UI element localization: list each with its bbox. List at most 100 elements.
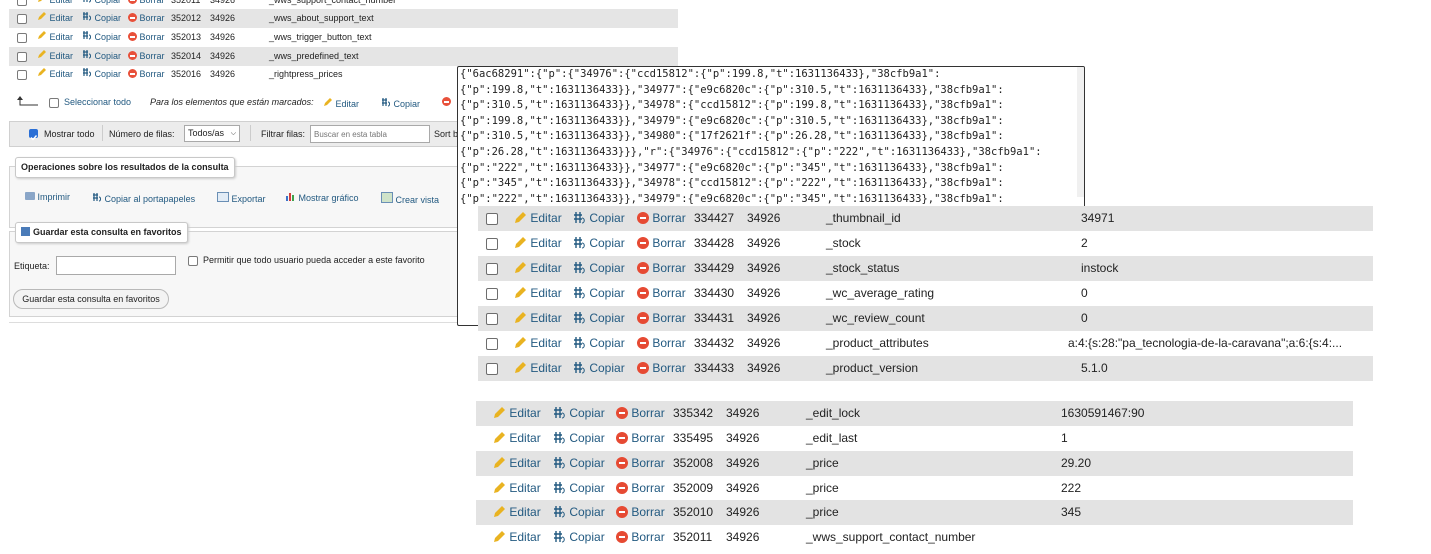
create-view-link[interactable]: Crear vista (381, 192, 439, 205)
edit-link[interactable]: Editar (493, 476, 541, 501)
bookmark-label-input[interactable] (56, 256, 176, 275)
arrow-left-up-icon (17, 96, 38, 106)
delete-link[interactable]: Borrar (637, 306, 686, 331)
delete-link[interactable]: Borrar (616, 500, 665, 525)
delete-link[interactable]: Borrar (616, 426, 665, 451)
row-checkbox[interactable] (486, 288, 498, 300)
copy-link[interactable]: Copiar (553, 525, 605, 550)
copy-link[interactable]: Copiar (82, 28, 121, 47)
select-all-checkbox[interactable] (49, 98, 59, 108)
save-bookmark-button[interactable]: Guardar esta consulta en favoritos (13, 289, 169, 309)
delete-link[interactable]: Borrar (616, 401, 665, 426)
delete-link[interactable]: Borrar (637, 231, 686, 256)
delete-icon (128, 13, 137, 22)
row-checkbox[interactable] (486, 313, 498, 325)
copy-link[interactable]: Copiar (573, 231, 625, 256)
edit-link[interactable]: Editar (493, 500, 541, 525)
bulk-edit-link[interactable]: Editar (323, 97, 359, 109)
post-id: 34926 (747, 236, 781, 250)
copy-link[interactable]: Copiar (553, 401, 605, 426)
delete-link[interactable]: Borrar (637, 356, 686, 381)
row-checkbox[interactable] (486, 363, 498, 375)
copy-link[interactable]: Copiar (82, 9, 121, 28)
row-checkbox[interactable] (17, 52, 27, 62)
bulk-delete-link[interactable] (442, 97, 451, 107)
pencil-icon (515, 287, 526, 298)
delete-link[interactable]: Borrar (616, 451, 665, 476)
filter-rows-input[interactable] (310, 125, 430, 143)
copy-link[interactable]: Copiar (82, 65, 121, 84)
delete-icon (637, 287, 649, 299)
copy-link[interactable]: Copiar (573, 281, 625, 306)
edit-link[interactable]: Editar (493, 451, 541, 476)
delete-link[interactable]: Borrar (128, 9, 165, 28)
copy-link[interactable]: Copiar (82, 47, 121, 66)
edit-link[interactable]: Editar (514, 281, 562, 306)
edit-link[interactable]: Editar (37, 9, 73, 28)
edit-link[interactable]: Editar (514, 306, 562, 331)
copy-link[interactable]: Copiar (573, 206, 625, 231)
table-row: Editar Copiar Borrar 352013 34926 _wws_t… (9, 28, 678, 47)
copy-icon (93, 193, 101, 202)
row-checkbox[interactable] (17, 33, 27, 43)
pencil-icon (494, 482, 505, 493)
delete-link[interactable]: Borrar (128, 28, 165, 47)
edit-link[interactable]: Editar (493, 401, 541, 426)
row-checkbox[interactable] (486, 263, 498, 275)
delete-icon (637, 362, 649, 374)
copy-link[interactable]: Copiar (573, 356, 625, 381)
edit-link[interactable]: Editar (514, 356, 562, 381)
copy-link[interactable]: Copiar (553, 451, 605, 476)
row-checkbox[interactable] (17, 0, 27, 6)
delete-link[interactable]: Borrar (637, 281, 686, 306)
edit-link[interactable]: Editar (514, 331, 562, 356)
delete-link[interactable]: Borrar (616, 476, 665, 501)
meta-value: 29.20 (1061, 456, 1092, 470)
copy-link[interactable]: Copiar (553, 426, 605, 451)
meta-id: 352008 (673, 456, 714, 470)
delete-link[interactable]: Borrar (616, 525, 665, 550)
post-id: 34926 (726, 530, 760, 544)
delete-link[interactable]: Borrar (128, 47, 165, 66)
table-row: Editar Copiar Borrar 334428 34926 _stock… (478, 231, 1373, 256)
edit-link[interactable]: Editar (514, 256, 562, 281)
edit-link[interactable]: Editar (493, 525, 541, 550)
meta-id: 335495 (673, 431, 714, 445)
edit-link[interactable]: Editar (514, 206, 562, 231)
copy-link[interactable]: Copiar (573, 256, 625, 281)
row-checkbox[interactable] (486, 338, 498, 350)
row-checkbox[interactable] (486, 238, 498, 250)
edit-link[interactable]: Editar (37, 28, 73, 47)
row-checkbox[interactable] (486, 213, 498, 225)
export-link[interactable]: Exportar (217, 192, 266, 204)
edit-link[interactable]: Editar (37, 47, 73, 66)
copy-link[interactable]: Copiar (573, 306, 625, 331)
copy-link[interactable]: Copiar (553, 476, 605, 501)
copy-icon (554, 506, 565, 518)
edit-link[interactable]: Editar (514, 231, 562, 256)
json-line: {"p":"345","t":1631136433}},"34978":{"cc… (460, 177, 1004, 190)
delete-link[interactable]: Borrar (637, 206, 686, 231)
row-checkbox[interactable] (17, 70, 27, 80)
copy-link[interactable]: Copiar (553, 500, 605, 525)
select-all-link[interactable]: Seleccionar todo (64, 97, 131, 107)
num-rows-select[interactable]: Todos/as ⌵ (184, 125, 240, 142)
show-all-checkbox[interactable] (29, 129, 38, 141)
meta-value: 1630591467:90 (1061, 406, 1145, 420)
display-chart-link[interactable]: Mostrar gráfico (286, 192, 359, 203)
meta-key: _wc_average_rating (826, 286, 935, 300)
allow-all-checkbox[interactable] (188, 256, 198, 266)
meta-key: _edit_last (806, 431, 858, 445)
print-link[interactable]: Imprimir (25, 192, 70, 202)
copy-link[interactable]: Copiar (573, 331, 625, 356)
delete-link[interactable]: Borrar (637, 331, 686, 356)
delete-link[interactable]: Borrar (637, 256, 686, 281)
row-checkbox[interactable] (17, 14, 27, 24)
scrollbar[interactable] (1077, 67, 1084, 197)
bulk-copy-link[interactable]: Copiar (381, 97, 420, 109)
for-marked-label: Para los elementos que están marcados: (150, 97, 314, 107)
copy-clipboard-link[interactable]: Copiar al portapapeles (92, 192, 195, 204)
edit-link[interactable]: Editar (37, 65, 73, 84)
delete-link[interactable]: Borrar (128, 65, 165, 84)
edit-link[interactable]: Editar (493, 426, 541, 451)
